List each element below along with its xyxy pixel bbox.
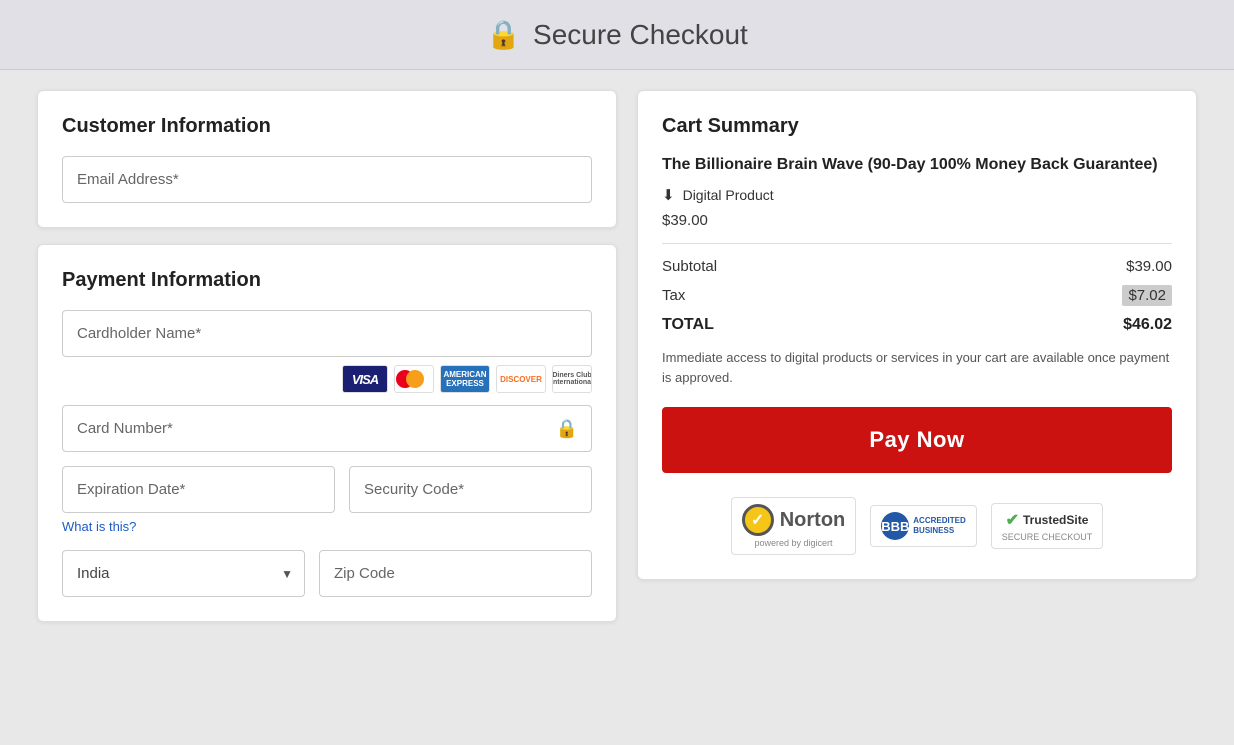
exp-security-row [62, 466, 592, 513]
cart-summary-card: Cart Summary The Billionaire Brain Wave … [637, 90, 1197, 580]
card-icons: VISA AMERICANEXPRESS DISCOVER Diners Clu… [62, 365, 592, 393]
norton-badge-top: ✓ Norton [742, 504, 846, 536]
cart-title: Cart Summary [662, 115, 1172, 138]
main-content: Customer Information Payment Information… [17, 70, 1217, 642]
bbb-badge: BBB ACCREDITEDBUSINESS [870, 505, 976, 547]
cart-divider [662, 243, 1172, 244]
total-label: TOTAL [662, 316, 714, 334]
header: 🔒 Secure Checkout [0, 0, 1234, 70]
trust-badges: ✓ Norton powered by digicert BBB ACCREDI… [662, 497, 1172, 555]
discover-icon: DISCOVER [496, 365, 546, 393]
digital-label: Digital Product [683, 187, 774, 203]
left-panel: Customer Information Payment Information… [37, 90, 617, 622]
download-icon: ⬇ [662, 186, 675, 204]
card-number-wrapper: 🔒 [62, 405, 592, 452]
country-wrapper: India United States United Kingdom Canad… [62, 550, 305, 597]
product-price: $39.00 [662, 212, 1172, 229]
security-code-field[interactable] [349, 466, 592, 513]
subtotal-label: Subtotal [662, 258, 717, 275]
expiration-date-field[interactable] [62, 466, 335, 513]
total-row: TOTAL $46.02 [662, 316, 1172, 334]
trusted-sub: SECURE CHECKOUT [1002, 532, 1093, 542]
norton-text: Norton [780, 509, 846, 532]
bbb-circle-icon: BBB [881, 512, 909, 540]
norton-checkmark-icon: ✓ [742, 504, 774, 536]
card-lock-icon: 🔒 [556, 418, 578, 439]
trusted-site-top: ✔ TrustedSite [1006, 510, 1089, 530]
diners-icon: Diners ClubInternational [552, 365, 592, 393]
tax-label: Tax [662, 287, 685, 304]
card-number-field[interactable] [62, 405, 592, 452]
tax-row: Tax $7.02 [662, 285, 1172, 306]
norton-sub: powered by digicert [754, 538, 832, 548]
email-field[interactable] [62, 156, 592, 203]
norton-badge: ✓ Norton powered by digicert [731, 497, 857, 555]
right-panel: Cart Summary The Billionaire Brain Wave … [637, 90, 1197, 622]
subtotal-row: Subtotal $39.00 [662, 258, 1172, 275]
product-name: The Billionaire Brain Wave (90-Day 100% … [662, 154, 1172, 176]
cardholder-name-field[interactable] [62, 310, 592, 357]
customer-info-card: Customer Information [37, 90, 617, 228]
what-is-this-link[interactable]: What is this? [62, 519, 136, 534]
access-note: Immediate access to digital products or … [662, 348, 1172, 387]
pay-now-button[interactable]: Pay Now [662, 407, 1172, 473]
page-title: Secure Checkout [533, 19, 748, 51]
total-value: $46.02 [1123, 316, 1172, 334]
bbb-text: ACCREDITEDBUSINESS [913, 516, 965, 537]
lock-icon: 🔒 [486, 18, 521, 51]
digital-product-row: ⬇ Digital Product [662, 186, 1172, 204]
customer-info-title: Customer Information [62, 115, 592, 138]
mastercard-icon [394, 365, 434, 393]
country-select[interactable]: India United States United Kingdom Canad… [62, 550, 305, 597]
subtotal-value: $39.00 [1126, 258, 1172, 275]
zip-code-field[interactable] [319, 550, 592, 597]
trusted-site-badge: ✔ TrustedSite SECURE CHECKOUT [991, 503, 1104, 549]
amex-icon: AMERICANEXPRESS [440, 365, 490, 393]
trusted-check-icon: ✔ [1006, 510, 1019, 530]
trusted-label: TrustedSite [1023, 513, 1088, 527]
bbb-logo: BBB ACCREDITEDBUSINESS [881, 512, 965, 540]
visa-icon: VISA [342, 365, 388, 393]
tax-value: $7.02 [1122, 285, 1172, 306]
payment-info-title: Payment Information [62, 269, 592, 292]
country-zip-row: India United States United Kingdom Canad… [62, 550, 592, 597]
payment-info-card: Payment Information VISA AMERICANEXPRESS… [37, 244, 617, 622]
